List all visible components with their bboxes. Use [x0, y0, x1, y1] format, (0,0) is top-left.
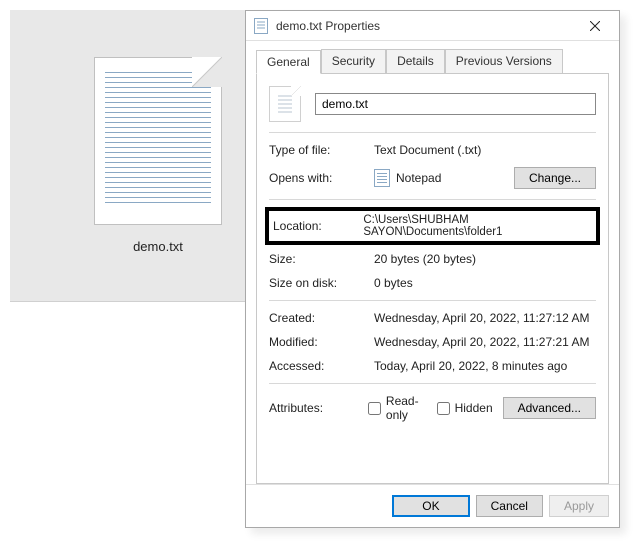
- hidden-checkbox[interactable]: [437, 402, 450, 415]
- size-label: Size:: [269, 252, 364, 266]
- type-of-file-label: Type of file:: [269, 143, 364, 157]
- change-button[interactable]: Change...: [514, 167, 596, 189]
- tab-previous-versions[interactable]: Previous Versions: [445, 49, 563, 73]
- created-label: Created:: [269, 311, 364, 325]
- properties-dialog: demo.txt Properties General Security Det…: [245, 10, 620, 528]
- opens-with-label: Opens with:: [269, 171, 364, 185]
- cancel-button[interactable]: Cancel: [476, 495, 543, 517]
- readonly-label: Read-only: [386, 394, 419, 422]
- file-thumbnail-label: demo.txt: [133, 239, 183, 254]
- close-icon: [590, 21, 600, 31]
- type-of-file-value: Text Document (.txt): [374, 143, 596, 157]
- window-title: demo.txt Properties: [276, 19, 575, 33]
- size-value: 20 bytes (20 bytes): [374, 252, 596, 266]
- file-type-icon: [269, 86, 301, 122]
- readonly-checkbox[interactable]: [368, 402, 381, 415]
- location-label: Location:: [273, 219, 353, 233]
- location-highlight: Location: C:\Users\SHUBHAM SAYON\Documen…: [265, 207, 600, 245]
- tab-security[interactable]: Security: [321, 49, 386, 73]
- advanced-button[interactable]: Advanced...: [503, 397, 596, 419]
- accessed-value: Today, April 20, 2022, 8 minutes ago: [374, 359, 596, 373]
- modified-value: Wednesday, April 20, 2022, 11:27:21 AM: [374, 335, 596, 349]
- tab-body-general: Type of file: Text Document (.txt) Opens…: [256, 73, 609, 484]
- ok-button[interactable]: OK: [392, 495, 469, 517]
- readonly-checkbox-wrap[interactable]: Read-only: [368, 394, 419, 422]
- hidden-checkbox-wrap[interactable]: Hidden: [437, 401, 493, 415]
- tab-strip: General Security Details Previous Versio…: [256, 49, 609, 73]
- apply-button[interactable]: Apply: [549, 495, 609, 517]
- close-button[interactable]: [575, 12, 615, 40]
- document-icon: [254, 18, 270, 34]
- titlebar[interactable]: demo.txt Properties: [246, 11, 619, 41]
- notepad-icon: [374, 169, 390, 187]
- hidden-label: Hidden: [455, 401, 493, 415]
- location-value: C:\Users\SHUBHAM SAYON\Documents\folder1: [363, 214, 592, 238]
- tab-general[interactable]: General: [256, 50, 321, 74]
- file-thumbnail[interactable]: [94, 57, 222, 225]
- created-value: Wednesday, April 20, 2022, 11:27:12 AM: [374, 311, 596, 325]
- size-on-disk-label: Size on disk:: [269, 276, 364, 290]
- accessed-label: Accessed:: [269, 359, 364, 373]
- filename-input[interactable]: [315, 93, 596, 115]
- dialog-button-bar: OK Cancel Apply: [246, 484, 619, 527]
- modified-label: Modified:: [269, 335, 364, 349]
- tab-details[interactable]: Details: [386, 49, 445, 73]
- size-on-disk-value: 0 bytes: [374, 276, 596, 290]
- opens-with-value: Notepad: [396, 171, 441, 185]
- attributes-label: Attributes:: [269, 401, 358, 415]
